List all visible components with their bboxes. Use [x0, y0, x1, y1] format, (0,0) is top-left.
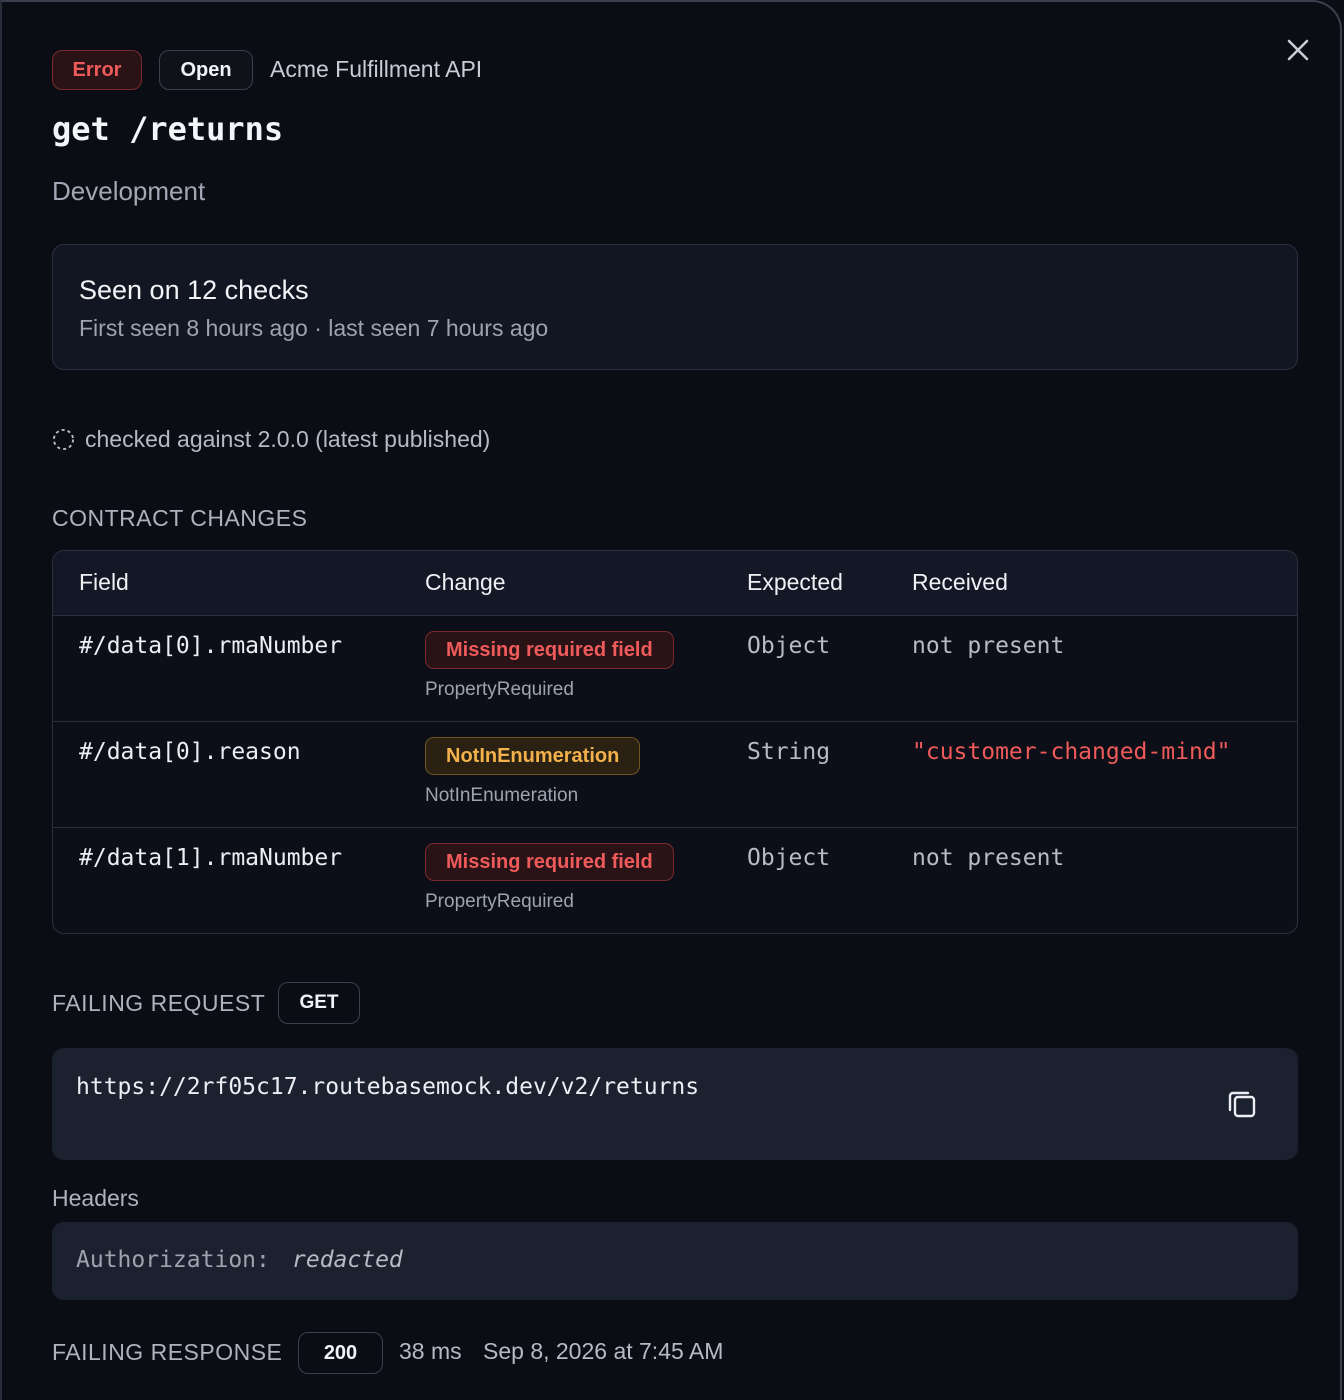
failing-response-heading: FAILING RESPONSE: [52, 1339, 283, 1365]
seen-count: Seen on 12 checks: [79, 275, 309, 305]
checked-against-text: checked against 2.0.0 (latest published): [85, 426, 491, 452]
table-row: #/data[0].rmaNumber Missing required fie…: [53, 615, 1297, 722]
received-value: not present: [912, 633, 1065, 659]
expected-value: String: [747, 739, 831, 765]
expected-value: Object: [747, 845, 831, 871]
change-kind: PropertyRequired: [425, 679, 574, 700]
contract-changes-heading: CONTRACT CHANGES: [52, 505, 308, 531]
issue-detail-panel: Error Open Acme Fulfillment API get /ret…: [0, 0, 1342, 1400]
field-path: #/data[0].reason: [79, 739, 301, 765]
table-row: #/data[0].reason NotInEnumeration NotInE…: [53, 721, 1297, 828]
status-badge: Error: [52, 50, 142, 90]
field-path: #/data[0].rmaNumber: [79, 633, 343, 659]
column-header-change: Change: [425, 569, 506, 595]
headers-heading: Headers: [52, 1185, 139, 1211]
field-path: #/data[1].rmaNumber: [79, 845, 343, 871]
change-badge: Missing required field: [425, 631, 674, 669]
column-header-field: Field: [79, 569, 129, 595]
close-icon[interactable]: [1284, 36, 1312, 64]
environment-label: Development: [52, 176, 206, 206]
state-badge: Open: [159, 50, 253, 90]
header-value: redacted: [292, 1247, 403, 1273]
expected-value: Object: [747, 633, 831, 659]
page-title: get /returns: [52, 110, 284, 148]
seen-summary-card: Seen on 12 checks First seen 8 hours ago…: [52, 244, 1298, 370]
request-url-box: https://2rf05c17.routebasemock.dev/v2/re…: [52, 1048, 1298, 1160]
failing-request-heading: FAILING REQUEST: [52, 990, 266, 1016]
table-row: #/data[1].rmaNumber Missing required fie…: [53, 827, 1297, 933]
seen-timeline: First seen 8 hours ago · last seen 7 hou…: [79, 315, 549, 341]
change-badge: Missing required field: [425, 843, 674, 881]
change-badge: NotInEnumeration: [425, 737, 641, 775]
contract-changes-table: Field Change Expected Received #/data[0]…: [52, 550, 1298, 934]
checked-against-row: checked against 2.0.0 (latest published): [52, 426, 490, 453]
request-url: https://2rf05c17.routebasemock.dev/v2/re…: [76, 1074, 700, 1100]
column-header-received: Received: [912, 569, 1008, 595]
received-value: not present: [912, 845, 1065, 871]
pending-circle-icon: [52, 428, 75, 451]
table-header: Field Change Expected Received: [53, 551, 1297, 616]
response-timestamp: Sep 8, 2026 at 7:45 AM: [483, 1338, 724, 1364]
received-value: "customer-changed-mind": [912, 739, 1231, 765]
copy-icon[interactable]: [1224, 1086, 1260, 1122]
response-duration: 38 ms: [399, 1338, 462, 1364]
api-name: Acme Fulfillment API: [270, 56, 483, 82]
header-key: Authorization:: [76, 1247, 270, 1273]
change-kind: NotInEnumeration: [425, 785, 579, 806]
method-badge: GET: [278, 982, 360, 1024]
response-status-badge: 200: [298, 1332, 383, 1374]
headers-box: Authorization: redacted: [52, 1222, 1298, 1300]
change-kind: PropertyRequired: [425, 891, 574, 912]
column-header-expected: Expected: [747, 569, 843, 595]
